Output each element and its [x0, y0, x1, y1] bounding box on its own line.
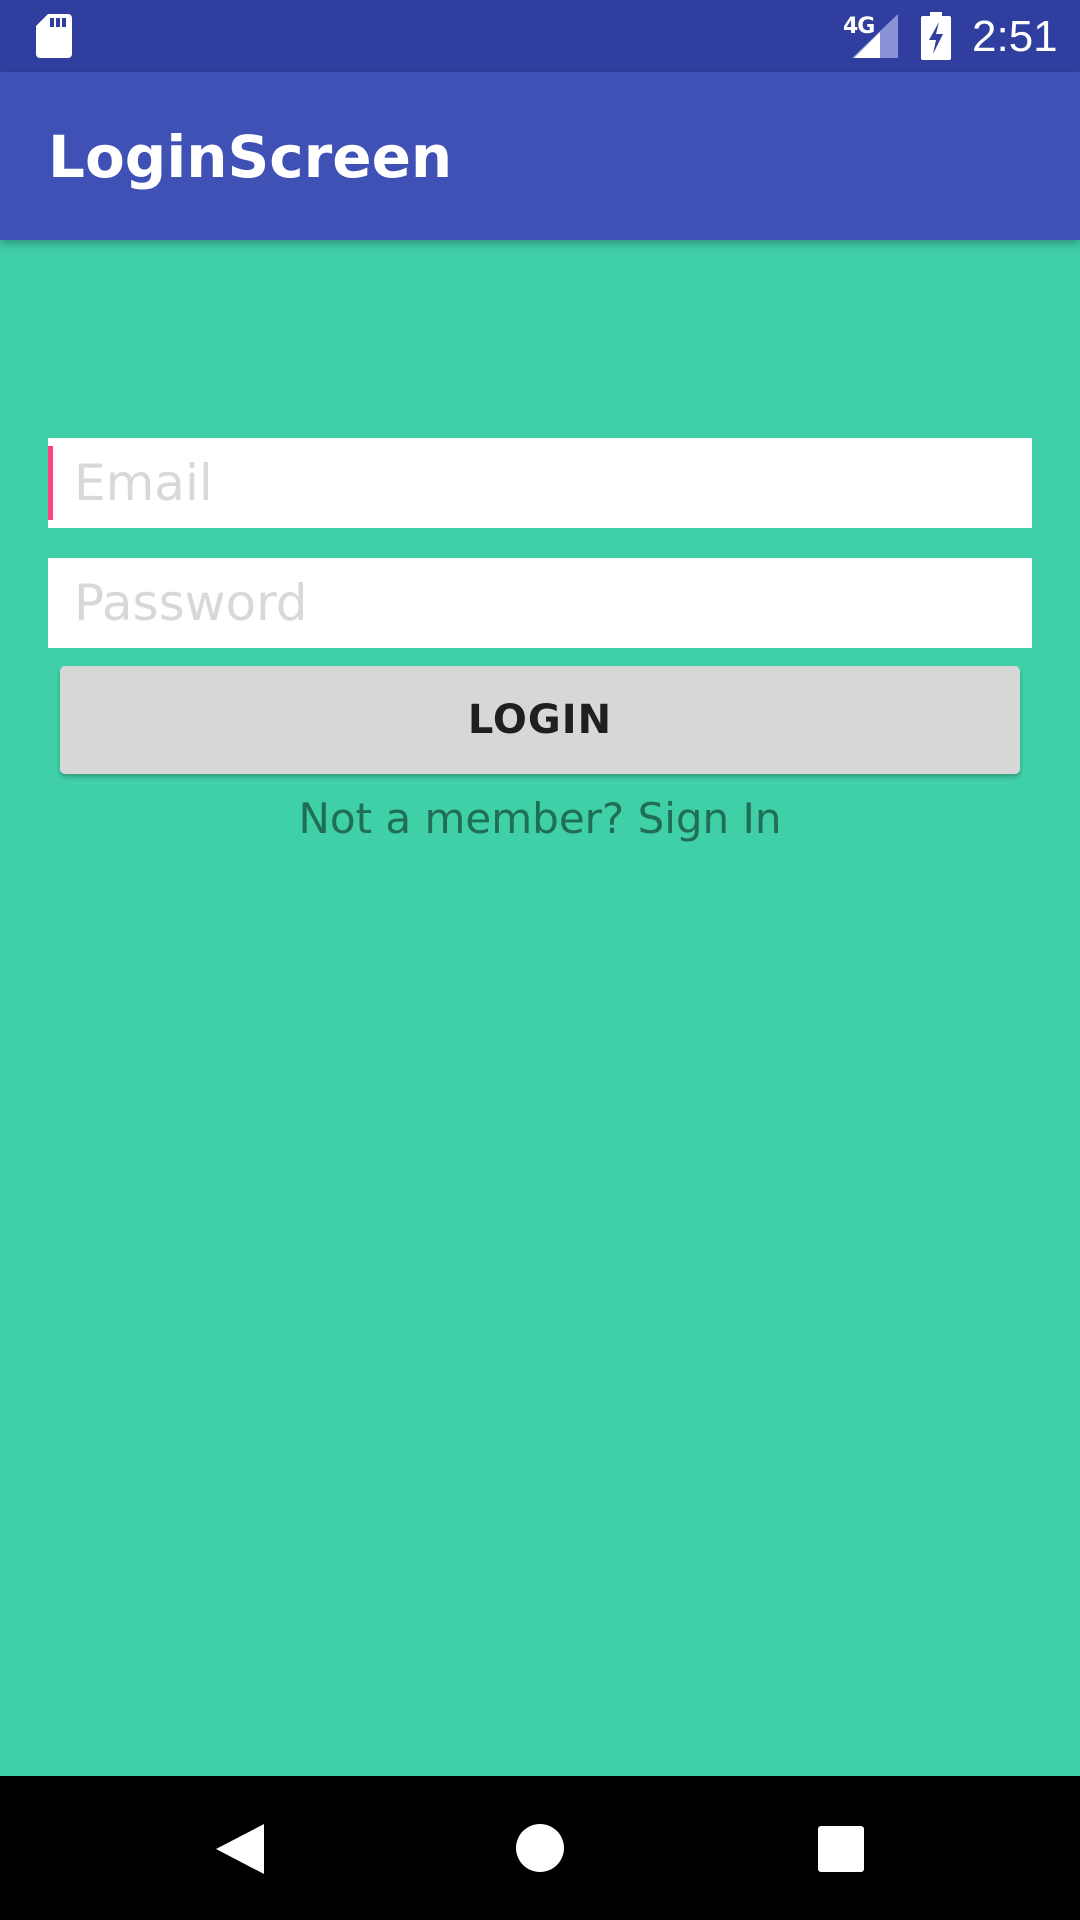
status-bar: 4G 2:51	[0, 0, 1080, 72]
app-bar: LoginScreen	[0, 72, 1080, 240]
sd-card-icon	[36, 14, 72, 58]
status-clock: 2:51	[972, 12, 1058, 61]
text-cursor	[48, 446, 53, 520]
battery-charging-icon	[921, 12, 951, 60]
password-field-container	[48, 558, 1032, 648]
app-title: LoginScreen	[48, 123, 453, 191]
home-icon[interactable]	[516, 1824, 564, 1872]
password-field[interactable]	[48, 558, 1032, 648]
signup-link[interactable]: Not a member? Sign In	[0, 794, 1080, 843]
recents-icon[interactable]	[818, 1826, 864, 1872]
cell-signal-icon	[852, 14, 898, 58]
email-field[interactable]	[48, 438, 1032, 528]
back-icon[interactable]	[216, 1824, 264, 1874]
email-field-container	[48, 438, 1032, 528]
login-button[interactable]: LOGIN	[60, 666, 1020, 774]
